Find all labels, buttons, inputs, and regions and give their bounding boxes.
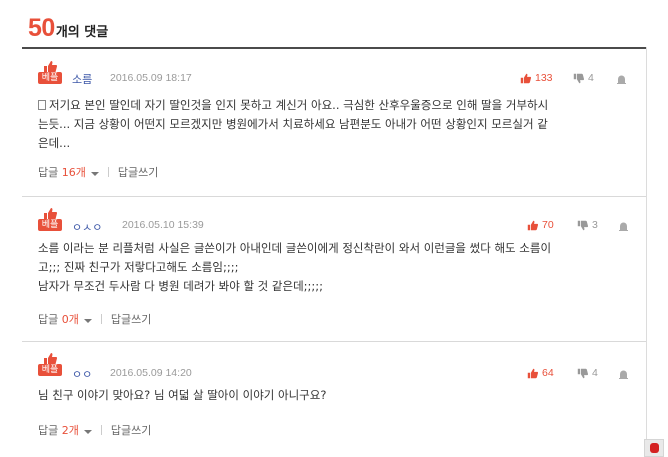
- reply-label: 답글: [38, 166, 59, 179]
- write-reply-button[interactable]: 답글쓰기: [111, 422, 151, 438]
- thumbs-up-icon: [520, 73, 531, 83]
- reply-label: 답글: [38, 313, 59, 326]
- best-comment-badge: 베플: [38, 61, 62, 84]
- comment-body: 저기요 본인 딸인데 자기 딸인것을 인지 못하고 계신거 아요.. 극심한 산…: [38, 96, 628, 153]
- comment-body: 님 친구 이야기 맞아요? 님 여덟 살 딸아이 이야기 아니구요?: [38, 386, 628, 405]
- comment-item: 베플 ㅇㅅㅇ 2016.05.10 15:39 70 3 소름 이라는 분 리플…: [22, 197, 646, 341]
- report-icon[interactable]: [619, 369, 628, 379]
- chevron-down-icon: [83, 319, 92, 323]
- reply-toggle[interactable]: 답글 16개: [38, 164, 99, 180]
- comment-body: 소름 이라는 분 리플처럼 사실은 글쓴이가 아내인데 글쓴이에게 정신착란이 …: [38, 239, 628, 296]
- best-badge-label: 베플: [38, 219, 62, 231]
- comment-item: 베플 소름 2016.05.09 18:17 133 4 저기요 본인 딸인데 …: [22, 49, 646, 196]
- divider: [100, 314, 102, 324]
- document-icon: [38, 100, 46, 110]
- best-comment-badge: 베플: [38, 353, 62, 376]
- comment-count: 50: [28, 14, 55, 42]
- thumbs-up-icon: [527, 220, 538, 230]
- thumbs-down-icon: [577, 220, 588, 230]
- comment-line: 님 친구 이야기 맞아요? 님 여덟 살 딸아이 이야기 아니구요?: [38, 388, 327, 402]
- reply-label: 답글: [38, 424, 59, 437]
- like-count: 70: [542, 219, 554, 231]
- comment-actions: 답글 16개 답글쓰기: [38, 164, 158, 180]
- thumbs-down-icon: [577, 368, 588, 378]
- reply-count: 0개: [61, 313, 79, 326]
- comments-header: 50 개의 댓글: [28, 14, 108, 44]
- best-badge-label: 베플: [38, 72, 62, 84]
- divider: [107, 167, 109, 177]
- comment-line: 은데...: [38, 136, 71, 150]
- comment-author[interactable]: 소름: [72, 71, 92, 87]
- dislike-count: 4: [588, 72, 594, 84]
- dislike-button[interactable]: 3: [577, 219, 598, 231]
- report-icon[interactable]: [617, 74, 626, 84]
- comment-author[interactable]: ㅇㅇ: [72, 366, 92, 382]
- dislike-button[interactable]: 4: [577, 367, 598, 379]
- reply-count: 2개: [61, 424, 79, 437]
- comment-date: 2016.05.10 15:39: [122, 219, 204, 231]
- reply-count: 16개: [61, 166, 86, 179]
- dislike-button[interactable]: 4: [573, 72, 594, 84]
- comment-line: 고;;; 진짜 친구가 저랗다고해도 소름임;;;;: [38, 260, 239, 274]
- comment-item: 베플 ㅇㅇ 2016.05.09 14:20 64 4 님 친구 이야기 맞아요…: [22, 342, 646, 457]
- comment-actions: 답글 2개 답글쓰기: [38, 422, 151, 438]
- best-badge-label: 베플: [38, 364, 62, 376]
- chevron-down-icon: [83, 430, 92, 434]
- report-icon[interactable]: [619, 221, 628, 231]
- comment-line: 저기요 본인 딸인데 자기 딸인것을 인지 못하고 계신거 아요.. 극심한 산…: [49, 98, 549, 112]
- comment-line: 는듯... 지금 상황이 어떤지 모르겠지만 병원에가서 치료하세요 남편분도 …: [38, 117, 548, 131]
- dislike-count: 4: [592, 367, 598, 379]
- like-button[interactable]: 70: [527, 219, 554, 231]
- comment-line: 소름 이라는 분 리플처럼 사실은 글쓴이가 아내인데 글쓴이에게 정신착란이 …: [38, 241, 552, 255]
- comment-line: 남자가 무조건 두사람 다 병원 데려가 봐야 할 것 같은데;;;;;: [38, 279, 324, 293]
- chevron-down-icon: [90, 172, 99, 176]
- reply-toggle[interactable]: 답글 2개: [38, 422, 92, 438]
- comment-count-label: 개의 댓글: [55, 25, 109, 40]
- like-count: 64: [542, 367, 554, 379]
- write-reply-button[interactable]: 답글쓰기: [118, 164, 158, 180]
- thumbs-up-icon: [527, 368, 538, 378]
- like-button[interactable]: 133: [520, 72, 553, 84]
- notification-icon: [650, 443, 659, 453]
- comment-date: 2016.05.09 18:17: [110, 72, 192, 84]
- best-comment-badge: 베플: [38, 208, 62, 231]
- like-button[interactable]: 64: [527, 367, 554, 379]
- content-border: [646, 47, 647, 457]
- reply-toggle[interactable]: 답글 0개: [38, 311, 92, 327]
- thumbs-down-icon: [573, 73, 584, 83]
- comment-date: 2016.05.09 14:20: [110, 367, 192, 379]
- divider: [100, 425, 102, 435]
- comment-author[interactable]: ㅇㅅㅇ: [72, 219, 102, 235]
- like-count: 133: [535, 72, 553, 84]
- dislike-count: 3: [592, 219, 598, 231]
- write-reply-button[interactable]: 답글쓰기: [111, 311, 151, 327]
- comment-actions: 답글 0개 답글쓰기: [38, 311, 151, 327]
- scroll-corner-widget[interactable]: [644, 439, 664, 457]
